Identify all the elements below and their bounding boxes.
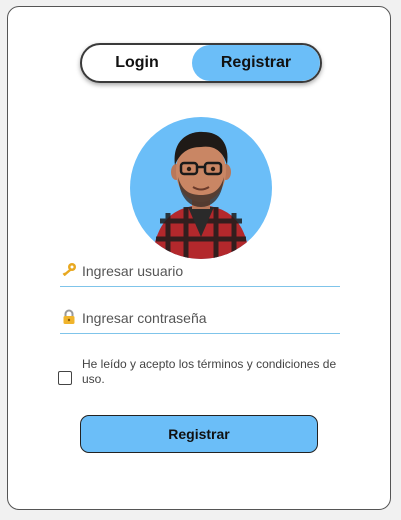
register-card: Login Registrar Ingresar usuario He leíd… [7,6,391,510]
tab-login[interactable]: Login [82,45,192,81]
avatar-cartoon-man-icon [152,131,250,259]
password-input[interactable] [82,306,338,330]
tab-register[interactable]: Registrar [192,45,320,81]
register-button[interactable]: Registrar [80,415,318,453]
terms-label: He leído y acepto los términos y condici… [82,357,337,386]
terms-checkbox[interactable] [58,371,72,385]
terms-agreement: He leído y acepto los términos y condici… [58,357,348,389]
avatar [130,117,272,259]
password-field [60,304,340,334]
auth-mode-toggle: Login Registrar [80,43,322,83]
username-input[interactable] [82,259,338,283]
lock-icon [63,309,75,324]
key-icon [62,263,76,277]
username-field [60,257,340,287]
